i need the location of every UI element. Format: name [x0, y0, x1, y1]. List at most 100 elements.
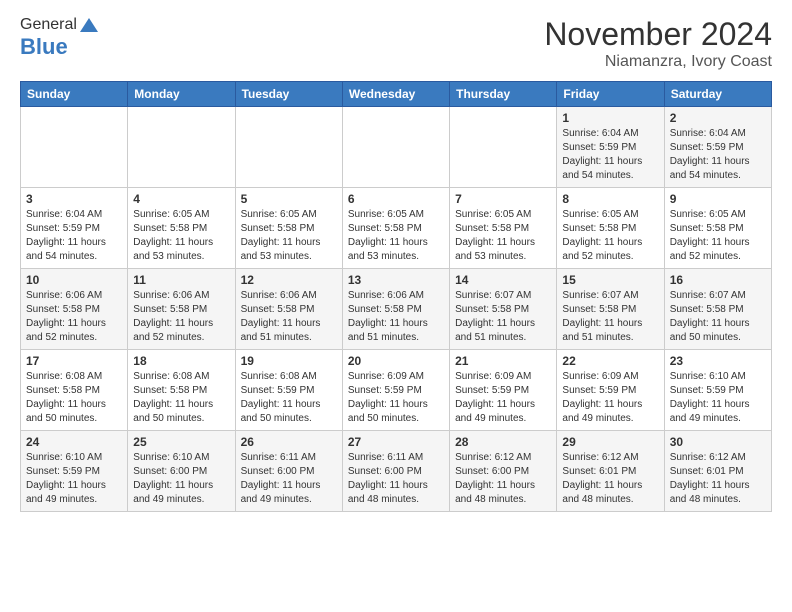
- location: Niamanzra, Ivory Coast: [544, 53, 772, 71]
- day-number: 6: [348, 192, 444, 206]
- month-title: November 2024: [544, 16, 772, 53]
- weekday-header-wednesday: Wednesday: [342, 82, 449, 107]
- day-cell-16: 16 Sunrise: 6:07 AM Sunset: 5:58 PM Dayli…: [664, 269, 771, 350]
- day-info: Sunrise: 6:04 AM Sunset: 5:59 PM Dayligh…: [562, 127, 658, 183]
- day-cell-19: 19 Sunrise: 6:08 AM Sunset: 5:59 PM Dayli…: [235, 350, 342, 431]
- day-cell-empty: [128, 107, 235, 188]
- day-info: Sunrise: 6:06 AM Sunset: 5:58 PM Dayligh…: [133, 289, 229, 345]
- day-number: 9: [670, 192, 766, 206]
- day-info: Sunrise: 6:09 AM Sunset: 5:59 PM Dayligh…: [348, 370, 444, 426]
- logo-blue-text: Blue: [20, 34, 68, 59]
- day-cell-10: 10Sunrise: 6:06 AM Sunset: 5:58 PM Dayli…: [21, 269, 128, 350]
- day-cell-23: 23 Sunrise: 6:10 AM Sunset: 5:59 PM Dayli…: [664, 350, 771, 431]
- day-info: Sunrise: 6:07 AM Sunset: 5:58 PM Dayligh…: [670, 289, 766, 345]
- day-number: 18: [133, 354, 229, 368]
- day-cell-20: 20 Sunrise: 6:09 AM Sunset: 5:59 PM Dayli…: [342, 350, 449, 431]
- day-cell-8: 8Sunrise: 6:05 AM Sunset: 5:58 PM Daylig…: [557, 188, 664, 269]
- day-cell-25: 25Sunrise: 6:10 AM Sunset: 6:00 PM Dayli…: [128, 431, 235, 512]
- day-number: 11: [133, 273, 229, 287]
- day-cell-7: 7 Sunrise: 6:05 AM Sunset: 5:58 PM Daylig…: [450, 188, 557, 269]
- day-cell-3: 3Sunrise: 6:04 AM Sunset: 5:59 PM Daylig…: [21, 188, 128, 269]
- week-row-3: 10 Sunrise: 6:06 AM Sunset: 5:58 PM Dayli…: [21, 269, 772, 350]
- day-number: 10: [26, 273, 122, 287]
- day-cell-11: 11 Sunrise: 6:06 AM Sunset: 5:58 PM Dayli…: [128, 269, 235, 350]
- day-number: 17: [26, 354, 122, 368]
- header: General Blue November 2024 Niamanzra, Iv…: [20, 16, 772, 71]
- day-cell-15: 15 Sunrise: 6:07 AM Sunset: 5:58 PM Dayli…: [557, 269, 664, 350]
- calendar-table: SundayMondayTuesdayWednesdayThursdayFrid…: [20, 81, 772, 512]
- day-info: Sunrise: 6:12 AM Sunset: 6:01 PM Dayligh…: [562, 451, 658, 507]
- weekday-header-saturday: Saturday: [664, 82, 771, 107]
- day-number: 13: [348, 273, 444, 287]
- day-cell-empty: [21, 107, 128, 188]
- weekday-header-monday: Monday: [128, 82, 235, 107]
- day-number: 15: [562, 273, 658, 287]
- day-cell-9: 9 Sunrise: 6:05 AM Sunset: 5:58 PM Daylig…: [664, 188, 771, 269]
- day-number: 27: [348, 435, 444, 449]
- day-number: 1: [562, 111, 658, 125]
- day-cell-26: 26 Sunrise: 6:11 AM Sunset: 6:00 PM Dayli…: [235, 431, 342, 512]
- day-info: Sunrise: 6:12 AM Sunset: 6:00 PM Dayligh…: [455, 451, 551, 507]
- day-info: Sunrise: 6:05 AM Sunset: 5:58 PM Dayligh…: [670, 208, 766, 264]
- day-info: Sunrise: 6:08 AM Sunset: 5:59 PM Dayligh…: [241, 370, 337, 426]
- day-info: Sunrise: 6:05 AM Sunset: 5:58 PM Dayligh…: [348, 208, 444, 264]
- day-cell-empty: [450, 107, 557, 188]
- day-number: 26: [241, 435, 337, 449]
- day-info: Sunrise: 6:05 AM Sunset: 5:58 PM Dayligh…: [133, 208, 229, 264]
- day-info: Sunrise: 6:06 AM Sunset: 5:58 PM Dayligh…: [241, 289, 337, 345]
- day-number: 25: [133, 435, 229, 449]
- day-cell-17: 17Sunrise: 6:08 AM Sunset: 5:58 PM Dayli…: [21, 350, 128, 431]
- day-cell-5: 5Sunrise: 6:05 AM Sunset: 5:58 PM Daylig…: [235, 188, 342, 269]
- day-number: 23: [670, 354, 766, 368]
- day-cell-13: 13Sunrise: 6:06 AM Sunset: 5:58 PM Dayli…: [342, 269, 449, 350]
- day-number: 20: [348, 354, 444, 368]
- day-info: Sunrise: 6:11 AM Sunset: 6:00 PM Dayligh…: [241, 451, 337, 507]
- title-block: November 2024 Niamanzra, Ivory Coast: [544, 16, 772, 71]
- day-number: 21: [455, 354, 551, 368]
- day-cell-22: 22 Sunrise: 6:09 AM Sunset: 5:59 PM Dayli…: [557, 350, 664, 431]
- day-info: Sunrise: 6:11 AM Sunset: 6:00 PM Dayligh…: [348, 451, 444, 507]
- day-cell-empty: [235, 107, 342, 188]
- day-cell-6: 6 Sunrise: 6:05 AM Sunset: 5:58 PM Daylig…: [342, 188, 449, 269]
- day-cell-28: 28 Sunrise: 6:12 AM Sunset: 6:00 PM Dayli…: [450, 431, 557, 512]
- day-number: 24: [26, 435, 122, 449]
- day-number: 29: [562, 435, 658, 449]
- week-row-1: 1 Sunrise: 6:04 AM Sunset: 5:59 PM Daylig…: [21, 107, 772, 188]
- day-number: 19: [241, 354, 337, 368]
- day-info: Sunrise: 6:04 AM Sunset: 5:59 PM Dayligh…: [670, 127, 766, 183]
- day-cell-12: 12Sunrise: 6:06 AM Sunset: 5:58 PM Dayli…: [235, 269, 342, 350]
- day-number: 16: [670, 273, 766, 287]
- day-number: 8: [562, 192, 658, 206]
- day-info: Sunrise: 6:10 AM Sunset: 5:59 PM Dayligh…: [26, 451, 122, 507]
- day-cell-29: 29 Sunrise: 6:12 AM Sunset: 6:01 PM Dayli…: [557, 431, 664, 512]
- week-row-4: 17 Sunrise: 6:08 AM Sunset: 5:58 PM Dayli…: [21, 350, 772, 431]
- day-info: Sunrise: 6:07 AM Sunset: 5:58 PM Dayligh…: [562, 289, 658, 345]
- day-cell-21: 21 Sunrise: 6:09 AM Sunset: 5:59 PM Dayli…: [450, 350, 557, 431]
- day-cell-4: 4Sunrise: 6:05 AM Sunset: 5:58 PM Daylig…: [128, 188, 235, 269]
- day-number: 28: [455, 435, 551, 449]
- day-number: 22: [562, 354, 658, 368]
- day-cell-1: 1 Sunrise: 6:04 AM Sunset: 5:59 PM Daylig…: [557, 107, 664, 188]
- day-info: Sunrise: 6:04 AM Sunset: 5:59 PM Dayligh…: [26, 208, 122, 264]
- day-cell-27: 27 Sunrise: 6:11 AM Sunset: 6:00 PM Dayli…: [342, 431, 449, 512]
- logo-general-text: General: [20, 16, 77, 34]
- day-info: Sunrise: 6:08 AM Sunset: 5:58 PM Dayligh…: [133, 370, 229, 426]
- day-number: 5: [241, 192, 337, 206]
- logo: General Blue: [20, 16, 98, 60]
- day-cell-14: 14 Sunrise: 6:07 AM Sunset: 5:58 PM Dayli…: [450, 269, 557, 350]
- day-info: Sunrise: 6:09 AM Sunset: 5:59 PM Dayligh…: [455, 370, 551, 426]
- day-cell-24: 24 Sunrise: 6:10 AM Sunset: 5:59 PM Dayli…: [21, 431, 128, 512]
- day-info: Sunrise: 6:10 AM Sunset: 5:59 PM Dayligh…: [670, 370, 766, 426]
- weekday-header-tuesday: Tuesday: [235, 82, 342, 107]
- weekday-header-sunday: Sunday: [21, 82, 128, 107]
- page: General Blue November 2024 Niamanzra, Iv…: [0, 0, 792, 612]
- weekday-header-thursday: Thursday: [450, 82, 557, 107]
- day-cell-18: 18 Sunrise: 6:08 AM Sunset: 5:58 PM Dayli…: [128, 350, 235, 431]
- day-number: 7: [455, 192, 551, 206]
- day-number: 30: [670, 435, 766, 449]
- day-info: Sunrise: 6:07 AM Sunset: 5:58 PM Dayligh…: [455, 289, 551, 345]
- day-info: Sunrise: 6:05 AM Sunset: 5:58 PM Dayligh…: [455, 208, 551, 264]
- day-info: Sunrise: 6:12 AM Sunset: 6:01 PM Dayligh…: [670, 451, 766, 507]
- day-info: Sunrise: 6:09 AM Sunset: 5:59 PM Dayligh…: [562, 370, 658, 426]
- day-number: 14: [455, 273, 551, 287]
